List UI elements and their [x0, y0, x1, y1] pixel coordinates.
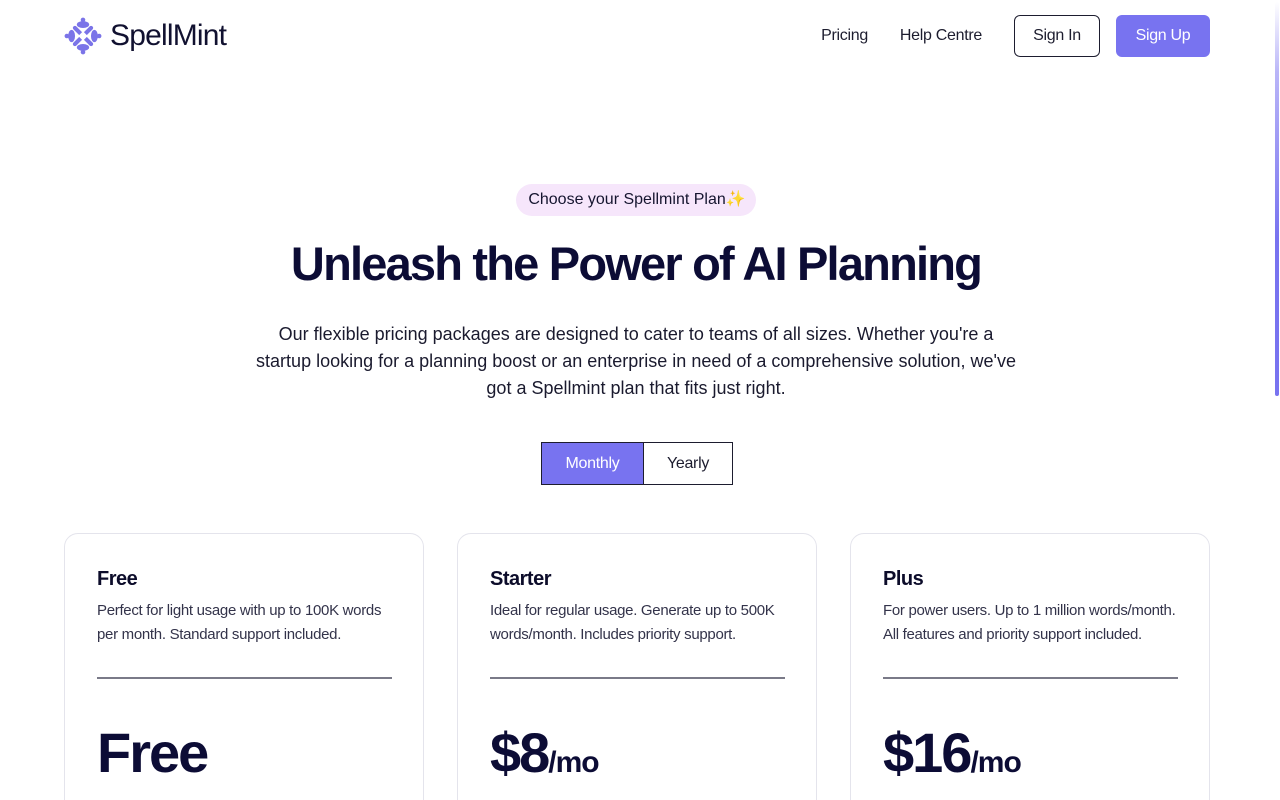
plan-divider — [883, 677, 1178, 679]
plan-card-plus: Plus For power users. Up to 1 million wo… — [850, 533, 1210, 800]
plan-price: $8/mo — [490, 720, 600, 796]
billing-yearly-button[interactable]: Yearly — [644, 442, 733, 485]
sign-in-button[interactable]: Sign In — [1014, 15, 1100, 57]
plan-description: For power users. Up to 1 million words/m… — [883, 602, 1176, 643]
plan-price: Free — [97, 720, 209, 796]
pricing-page: SpellMint Pricing Help Centre Sign In Si… — [0, 0, 1280, 800]
plan-price-period: /mo — [548, 746, 599, 779]
billing-monthly-button[interactable]: Monthly — [541, 442, 644, 485]
plan-card-starter: Starter Ideal for regular usage. Generat… — [457, 533, 817, 800]
brand-name: SpellMint — [110, 19, 227, 52]
plan-badge: Choose your Spellmint Plan✨ — [516, 184, 756, 216]
nav-help-centre-link[interactable]: Help Centre — [900, 27, 982, 45]
page-title: Unleash the Power of AI Planning — [290, 237, 983, 290]
page-scrollbar[interactable] — [1272, 0, 1280, 800]
hero-section: Choose your Spellmint Plan✨ Unleash the … — [0, 184, 1272, 402]
plan-card-free: Free Perfect for light usage with up to … — [64, 533, 424, 800]
plan-price: $16/mo — [883, 720, 1022, 796]
plan-name: Plus — [883, 568, 924, 590]
main-nav: Pricing Help Centre Sign In Sign Up — [821, 15, 1210, 57]
plan-description: Perfect for light usage with up to 100K … — [97, 602, 382, 643]
plan-name: Starter — [490, 568, 551, 590]
hero-description: Our flexible pricing packages are design… — [256, 324, 1016, 398]
plan-price-amount: Free — [97, 721, 209, 784]
plan-divider — [490, 677, 785, 679]
plan-price-period: /mo — [970, 746, 1021, 779]
billing-period-toggle: Monthly Yearly — [541, 442, 733, 485]
site-header: SpellMint Pricing Help Centre Sign In Si… — [0, 0, 1280, 72]
plan-description: Ideal for regular usage. Generate up to … — [490, 602, 775, 643]
plan-divider — [97, 677, 392, 679]
sign-up-button[interactable]: Sign Up — [1116, 15, 1210, 57]
nav-pricing-link[interactable]: Pricing — [821, 27, 868, 45]
brand-logo-link[interactable]: SpellMint — [64, 15, 227, 57]
pricing-cards: Free Perfect for light usage with up to … — [64, 533, 1210, 800]
plan-price-amount: $8 — [490, 721, 550, 784]
plan-name: Free — [97, 568, 138, 590]
spellmint-logo-icon — [64, 17, 102, 55]
plan-price-amount: $16 — [883, 721, 972, 784]
scrollbar-thumb[interactable] — [1275, 2, 1279, 396]
